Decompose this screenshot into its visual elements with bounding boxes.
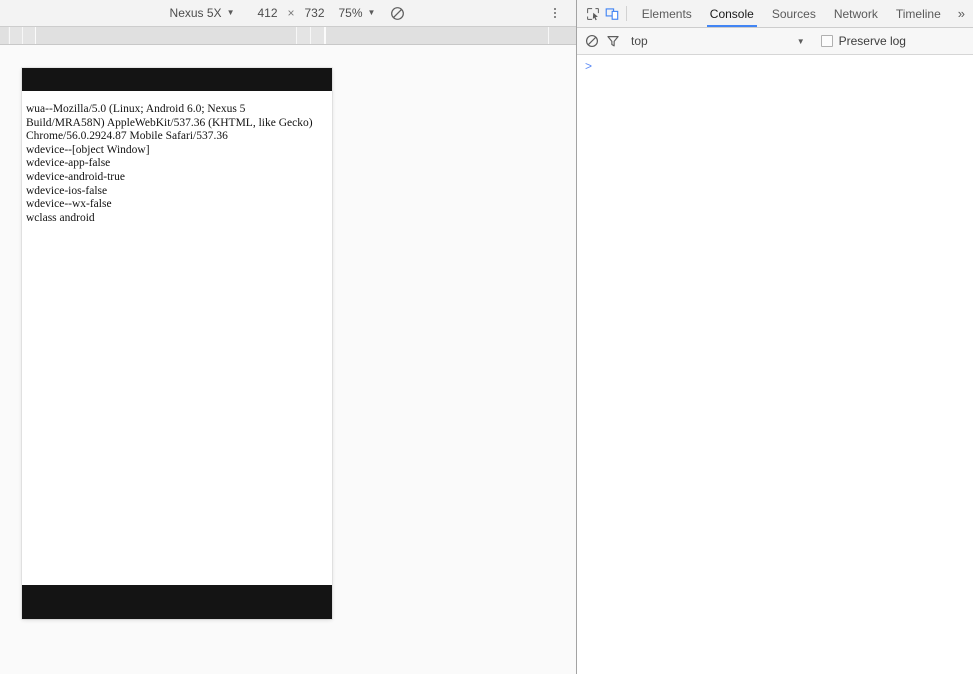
- console-prompt-chevron-icon: >: [585, 59, 593, 73]
- device-emulation-pane: Nexus 5X ▼ 412 × 732 75% ▼ wua--Mozilla/…: [0, 0, 577, 674]
- log-line: wdevice-ios-false: [26, 184, 108, 197]
- console-filter-bar: top ▼ Preserve log: [577, 28, 973, 55]
- dimension-separator: ×: [287, 6, 295, 20]
- page-footer-bar: [22, 585, 332, 619]
- more-tabs-button[interactable]: »: [950, 0, 973, 27]
- more-vertical-icon[interactable]: [548, 5, 562, 21]
- tab-console[interactable]: Console: [701, 0, 763, 27]
- inspect-element-icon[interactable]: [583, 0, 603, 27]
- preserve-log-control[interactable]: Preserve log: [820, 34, 906, 48]
- device-select[interactable]: Nexus 5X ▼: [170, 6, 235, 20]
- preserve-log-checkbox[interactable]: [820, 35, 833, 47]
- viewport-width-input[interactable]: 412: [256, 6, 278, 20]
- log-line: wua--Mozilla/5.0 (Linux; Android 6.0; Ne…: [26, 103, 313, 143]
- tab-sources[interactable]: Sources: [763, 0, 825, 27]
- viewport-size-controls: 412 × 732: [256, 6, 325, 20]
- chevron-down-icon: ▼: [226, 8, 235, 17]
- viewport-ruler: [0, 27, 576, 45]
- device-name-label: Nexus 5X: [169, 6, 222, 20]
- zoom-select[interactable]: 75% ▼: [339, 6, 376, 20]
- page-header-bar: [22, 68, 332, 91]
- console-output-area[interactable]: >: [577, 55, 973, 674]
- devtools-window: Nexus 5X ▼ 412 × 732 75% ▼ wua--Mozilla/…: [0, 0, 973, 674]
- toggle-device-toolbar-icon[interactable]: [603, 0, 623, 27]
- chevron-down-icon: ▼: [367, 8, 376, 17]
- tab-elements[interactable]: Elements: [633, 0, 701, 27]
- rotate-icon[interactable]: [388, 4, 406, 22]
- clear-console-icon[interactable]: [585, 34, 599, 48]
- zoom-level-label: 75%: [338, 6, 363, 20]
- log-line: wdevice--wx-false: [26, 198, 112, 211]
- filter-icon[interactable]: [606, 34, 620, 48]
- console-context-label: top: [631, 34, 648, 48]
- tab-timeline[interactable]: Timeline: [887, 0, 950, 27]
- viewport-height-input[interactable]: 732: [304, 6, 326, 20]
- tab-network[interactable]: Network: [825, 0, 887, 27]
- devtools-tabbar: Elements Console Sources Network Timelin…: [577, 0, 973, 28]
- console-context-select[interactable]: top ▼: [631, 34, 805, 48]
- devtools-pane: Elements Console Sources Network Timelin…: [577, 0, 973, 674]
- chevron-down-icon: ▼: [796, 36, 805, 46]
- page-log-output: wua--Mozilla/5.0 (Linux; Android 6.0; Ne…: [22, 91, 332, 225]
- log-line: wdevice-android-true: [26, 170, 125, 183]
- log-line: wdevice-app-false: [26, 157, 111, 170]
- preserve-log-label: Preserve log: [838, 34, 906, 48]
- log-line: wdevice--[object Window]: [26, 143, 150, 156]
- log-line: wclass android: [26, 211, 95, 224]
- tabbar-divider: [626, 6, 627, 21]
- emulated-page-screen[interactable]: wua--Mozilla/5.0 (Linux; Android 6.0; Ne…: [22, 68, 332, 619]
- device-toolbar: Nexus 5X ▼ 412 × 732 75% ▼: [0, 0, 576, 27]
- console-prompt-row[interactable]: >: [577, 55, 973, 73]
- emulated-viewport-area: wua--Mozilla/5.0 (Linux; Android 6.0; Ne…: [0, 46, 576, 674]
